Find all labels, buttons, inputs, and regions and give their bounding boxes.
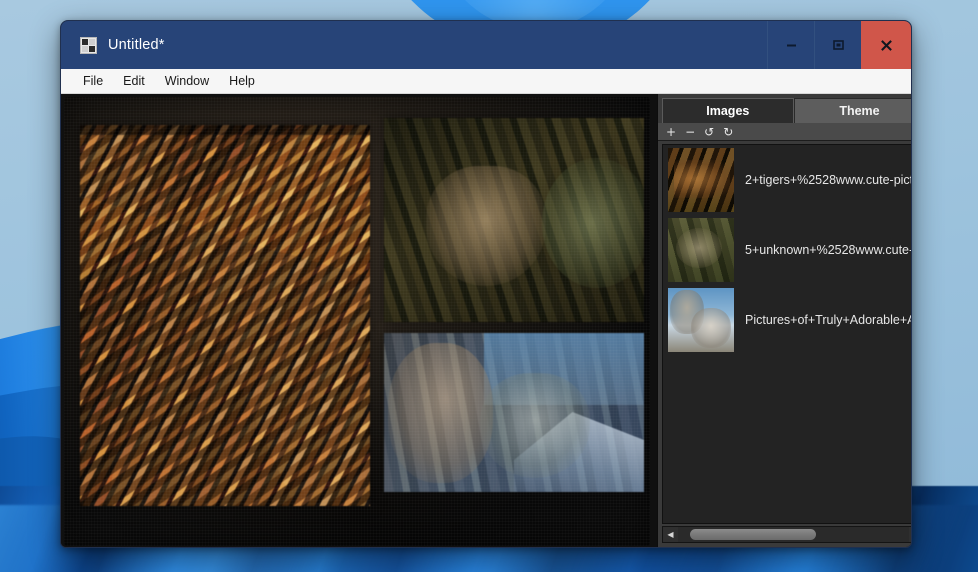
add-image-button[interactable]: + — [666, 126, 676, 138]
minimize-button[interactable] — [767, 21, 814, 69]
minimize-icon — [786, 44, 796, 47]
side-panel: Images Theme + − ↺ ↻ 2+tigers+%2528www.c… — [657, 94, 912, 547]
redo-button[interactable]: ↻ — [723, 126, 733, 138]
cub-face-left — [426, 166, 546, 286]
collage-canvas[interactable] — [61, 94, 657, 547]
menu-item-file[interactable]: File — [73, 72, 113, 90]
scroll-right-button[interactable]: ▶ — [909, 527, 911, 542]
tigers-pixelation-overlay — [80, 125, 370, 506]
list-item[interactable]: 5+unknown+%2528www.cute-pi — [663, 215, 912, 285]
collage-image-cubs[interactable] — [384, 118, 644, 322]
collage-image-tigers[interactable] — [80, 125, 370, 506]
tigers-thumbnail — [668, 148, 734, 212]
chevron-left-icon: ◀ — [667, 529, 674, 539]
image-list[interactable]: 2+tigers+%2528www.cute-pictur 5+unknown+… — [662, 144, 912, 524]
maximize-icon — [832, 40, 844, 50]
window-body: Images Theme + − ↺ ↻ 2+tigers+%2528www.c… — [61, 94, 911, 547]
mosaic-app-icon — [80, 36, 97, 54]
window-title: Untitled* — [108, 37, 165, 53]
desktop-background: Untitled* File Edit Window Help Images T… — [0, 0, 978, 572]
panel-toolbar: + − ↺ ↻ — [658, 123, 911, 141]
undo-button[interactable]: ↺ — [704, 126, 714, 138]
scrollbar-thumb[interactable] — [690, 529, 816, 540]
remove-image-button[interactable]: − — [685, 126, 695, 138]
cubs-thumbnail — [668, 218, 734, 282]
list-item[interactable]: Pictures+of+Truly+Adorable+An — [663, 285, 912, 355]
application-window: Untitled* File Edit Window Help Images T… — [60, 20, 912, 548]
panel-tab-bar: Images Theme — [658, 94, 911, 123]
collage-image-wolves[interactable] — [384, 333, 644, 492]
tigers-top-shade — [80, 125, 370, 135]
close-icon — [880, 39, 892, 51]
menu-item-help[interactable]: Help — [219, 72, 265, 90]
list-item-label: 2+tigers+%2528www.cute-pictur — [745, 173, 912, 187]
close-button[interactable] — [861, 21, 911, 69]
menu-item-window[interactable]: Window — [155, 72, 219, 90]
list-item[interactable]: 2+tigers+%2528www.cute-pictur — [663, 145, 912, 215]
cub-face-right — [542, 158, 644, 288]
wolves-thumbnail — [668, 288, 734, 352]
list-item-label: 5+unknown+%2528www.cute-pi — [745, 243, 912, 257]
menu-item-edit[interactable]: Edit — [113, 72, 155, 90]
scrollbar-track[interactable] — [678, 527, 909, 542]
scroll-left-button[interactable]: ◀ — [663, 527, 678, 542]
title-bar-left: Untitled* — [61, 21, 767, 69]
collage-canvas-surface[interactable] — [64, 97, 650, 546]
title-bar[interactable]: Untitled* — [61, 21, 911, 69]
tab-images[interactable]: Images — [662, 98, 794, 123]
tab-theme[interactable]: Theme — [793, 98, 911, 123]
wolves-dog-left — [388, 343, 493, 483]
horizontal-scrollbar[interactable]: ◀ ▶ — [662, 526, 911, 543]
menu-bar: File Edit Window Help — [61, 69, 911, 94]
list-item-label: Pictures+of+Truly+Adorable+An — [745, 313, 912, 327]
wolves-wolf-center — [480, 373, 590, 478]
maximize-button[interactable] — [814, 21, 861, 69]
